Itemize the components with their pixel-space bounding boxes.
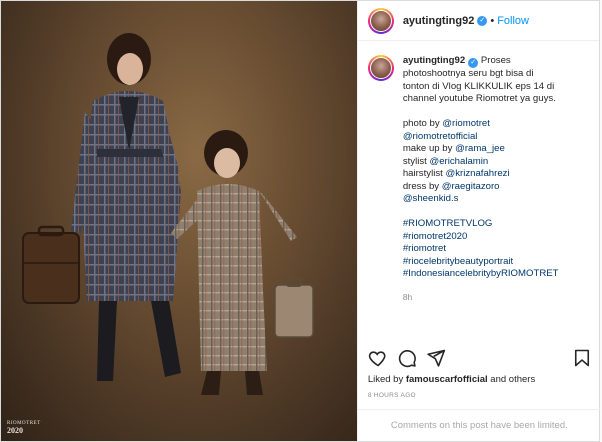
caption-line: tonton di Vlog KLIKKULIK eps 14 di xyxy=(402,80,555,92)
action-bar xyxy=(368,346,592,370)
liker-username-link[interactable]: famouscarfofficial xyxy=(406,374,488,385)
woman-figure xyxy=(22,33,181,381)
caption-first-line: ayutingting92 ✓ Proses xyxy=(403,55,559,68)
caption-line: photoshootnya seru bgt bisa di xyxy=(402,68,534,79)
hashtag-link[interactable]: #IndonesiancelebritybyRIOMOTRET xyxy=(403,268,559,279)
caption-area: ayutingting92 ✓ Proses photoshootnya seru… xyxy=(367,55,591,327)
child-figure xyxy=(171,130,314,395)
credit-line: hairstylist @kriznafahrezi xyxy=(402,168,510,179)
caption-username-link[interactable]: ayutingting92 xyxy=(403,55,465,66)
likes-prefix: Liked by xyxy=(367,374,406,385)
photo-illustration xyxy=(22,33,314,395)
mention-link[interactable]: @riomotret xyxy=(442,118,490,129)
credit-line: make up by @rama_jee xyxy=(402,143,505,154)
post-photo[interactable]: RIOMOTRET 2020 xyxy=(1,1,357,441)
caption-avatar[interactable] xyxy=(367,55,394,81)
caption-time[interactable]: 8h xyxy=(403,291,559,304)
caption-text: ayutingting92 ✓ Proses photoshootnya seru… xyxy=(403,55,559,303)
caption-row: ayutingting92 ✓ Proses photoshootnya seru… xyxy=(367,55,591,303)
username-link[interactable]: ayutingting92 xyxy=(403,15,475,27)
credit-line: @riomotretofficial xyxy=(403,131,559,144)
post-header: ayutingting92 ✓ • Follow xyxy=(357,1,599,41)
hashtag-link[interactable]: #RIOMOTRETVLOG xyxy=(403,218,493,229)
post-timestamp[interactable]: 8 HOURS AGO xyxy=(368,392,416,399)
heart-icon[interactable] xyxy=(368,348,388,368)
caption-line: Proses xyxy=(480,55,511,66)
mention-link[interactable]: @kriznafahrezi xyxy=(445,168,509,179)
mention-link[interactable]: @erichalamin xyxy=(429,156,488,167)
follow-button[interactable]: Follow xyxy=(497,15,529,27)
header-separator: • xyxy=(490,14,495,27)
hashtag-link[interactable]: #riomotret xyxy=(403,243,446,254)
mention-link[interactable]: @riomotretofficial xyxy=(403,131,478,142)
mention-link[interactable]: @rama_jee xyxy=(455,143,505,154)
share-icon[interactable] xyxy=(426,348,446,368)
mention-link[interactable]: @sheenkid.s xyxy=(403,193,459,204)
hashtag-link[interactable]: #riocelebritybeautyportrait xyxy=(403,256,513,267)
post-side-panel: ayutingting92 ✓ • Follow ayutingting92 ✓ … xyxy=(356,1,601,441)
likes-summary: Liked by famouscarfofficial and others xyxy=(368,374,535,385)
credit-line: stylist @erichalamin xyxy=(402,155,489,167)
likes-suffix[interactable]: and others xyxy=(488,374,535,385)
caption-verified-badge-icon: ✓ xyxy=(468,58,479,68)
comments-limited-notice: Comments on this post have been limited. xyxy=(357,409,601,441)
credit-line: @sheenkid.s xyxy=(403,193,559,206)
hashtag-link[interactable]: #riomotret2020 xyxy=(403,231,468,242)
avatar[interactable] xyxy=(367,7,394,34)
watermark-line2: 2020 xyxy=(7,426,23,435)
verified-badge-icon: ✓ xyxy=(477,15,488,26)
photo-watermark: RIOMOTRET 2020 xyxy=(7,421,41,435)
credit-line: dress by @raegitazoro xyxy=(402,180,500,192)
instagram-post: RIOMOTRET 2020 ayutingting92 ✓ • Follow … xyxy=(0,0,601,442)
bookmark-icon[interactable] xyxy=(572,348,592,368)
mention-link[interactable]: @raegitazoro xyxy=(442,181,500,192)
comment-icon[interactable] xyxy=(397,348,417,368)
credit-line: photo by @riomotret xyxy=(402,118,490,129)
caption-line: channel youtube Riomotret ya guys. xyxy=(402,93,556,104)
